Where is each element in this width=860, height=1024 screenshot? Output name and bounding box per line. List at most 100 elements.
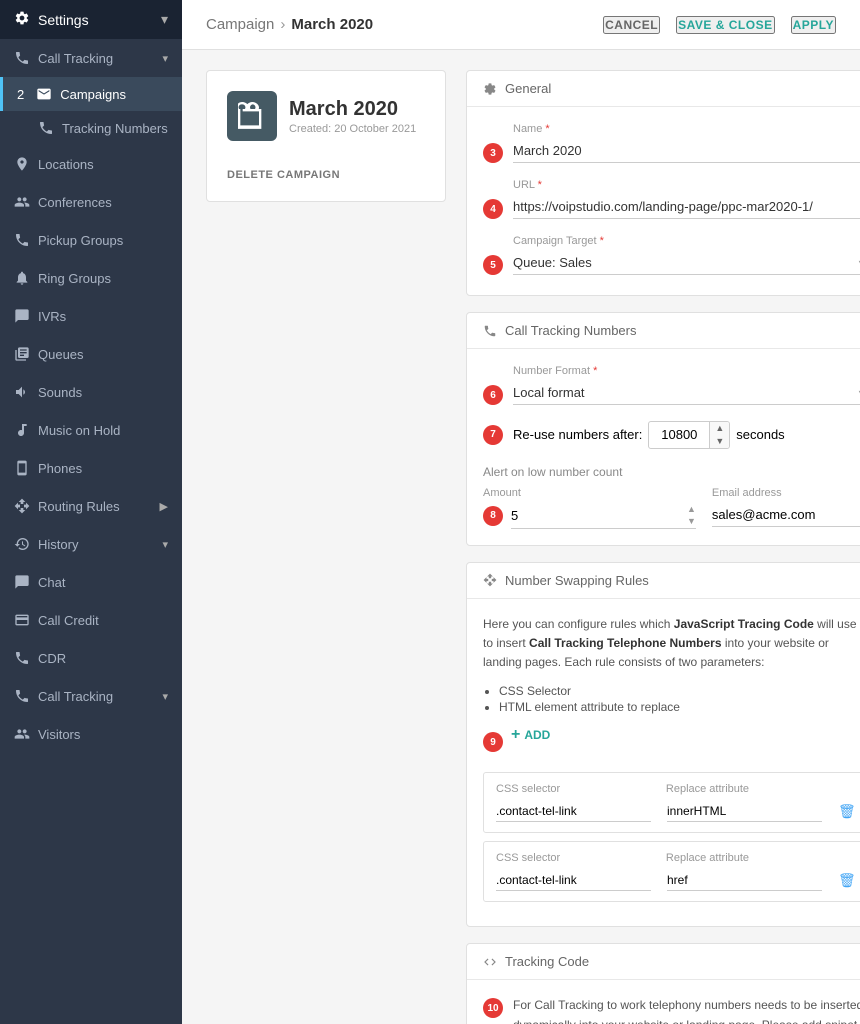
- sidebar-item-locations[interactable]: Locations: [0, 145, 182, 183]
- sidebar-item-music-on-hold[interactable]: Music on Hold: [0, 411, 182, 449]
- ctn-section-header: Call Tracking Numbers: [467, 313, 860, 349]
- sidebar-item-tracking-numbers[interactable]: Tracking Numbers: [0, 111, 182, 145]
- sidebar-item-visitors[interactable]: Visitors: [0, 715, 182, 753]
- number-swapping-section: Number Swapping Rules Here you can confi…: [466, 562, 860, 928]
- step-6-badge: 6: [483, 385, 503, 405]
- ivr-icon: [14, 308, 30, 324]
- rule-row-1-inputs: 🗑: [496, 801, 856, 822]
- url-input[interactable]: [513, 195, 860, 219]
- hash-icon: [38, 120, 54, 136]
- reuse-spinner: ▲ ▼: [648, 421, 730, 449]
- general-section-header: General: [467, 71, 860, 107]
- format-select-wrapper: Local format International format E.164 …: [513, 381, 860, 405]
- step-10-badge: 10: [483, 998, 503, 1018]
- rule-1-delete-button[interactable]: 🗑: [838, 803, 856, 820]
- calltrack-icon: [14, 688, 30, 704]
- sidebar-header[interactable]: Settings ▾: [0, 0, 182, 39]
- reuse-spinner-buttons: ▲ ▼: [709, 422, 729, 448]
- cancel-button[interactable]: CANCEL: [603, 16, 660, 34]
- replace-col-label-1: Replace attribute: [666, 783, 820, 795]
- amount-decrement-button[interactable]: ▼: [687, 515, 696, 528]
- amount-increment-button[interactable]: ▲: [687, 503, 696, 516]
- breadcrumb-parent: Campaign: [206, 16, 274, 33]
- reuse-decrement-button[interactable]: ▼: [710, 435, 729, 448]
- rule-1-replace-input[interactable]: [667, 801, 822, 822]
- sidebar-item-ivrs[interactable]: IVRs: [0, 297, 182, 335]
- history-label: History: [38, 537, 78, 552]
- target-label: Campaign Target *: [513, 235, 860, 247]
- call-tracking-numbers-section: Call Tracking Numbers 6 Number Format *: [466, 312, 860, 546]
- left-panel: March 2020 Created: 20 October 2021 DELE…: [206, 70, 446, 1024]
- sidebar-item-campaigns[interactable]: 2 Campaigns: [0, 77, 182, 111]
- campaign-card: March 2020 Created: 20 October 2021 DELE…: [206, 70, 446, 202]
- name-input[interactable]: [513, 139, 860, 163]
- sidebar-item-ring-groups[interactable]: Ring Groups: [0, 259, 182, 297]
- rule-2-replace-input[interactable]: [667, 870, 822, 891]
- rule-2-css-input[interactable]: [496, 870, 651, 891]
- email-label: Email address: [712, 487, 860, 499]
- rule-2-delete-button[interactable]: 🗑: [838, 872, 856, 889]
- reuse-input[interactable]: [649, 424, 709, 445]
- routing-icon: [14, 498, 30, 514]
- sidebar-item-history[interactable]: History ▾: [0, 525, 182, 563]
- ctn-section-body: 6 Number Format * Local format Internati…: [467, 349, 860, 545]
- breadcrumb: Campaign › March 2020: [206, 16, 373, 33]
- visitors-label: Visitors: [38, 727, 80, 742]
- rule-1-css-input[interactable]: [496, 801, 651, 822]
- history-icon: [14, 536, 30, 552]
- delete-campaign-button[interactable]: DELETE CAMPAIGN: [227, 169, 340, 181]
- sidebar-item-routing-rules[interactable]: Routing Rules ▶: [0, 487, 182, 525]
- alert-section: Alert on low number count Amount 8 ▲: [483, 465, 860, 529]
- swap-section-header: Number Swapping Rules: [467, 563, 860, 599]
- campaign-target-wrapper: Queue: Sales Queue: Support IVR: Main Ri…: [513, 251, 860, 275]
- campaign-target-select[interactable]: Queue: Sales Queue: Support IVR: Main Ri…: [513, 251, 860, 274]
- save-close-button[interactable]: SAVE & CLOSE: [676, 16, 774, 34]
- rule-row-2: CSS selector Replace attribute 🗑: [483, 841, 860, 902]
- step-9-badge: 9: [483, 732, 503, 752]
- phones-label: Phones: [38, 461, 82, 476]
- right-panel: General 3 Name *: [466, 70, 860, 1024]
- campaign-icon-box: [227, 91, 277, 141]
- sidebar-collapse-icon: ▾: [161, 11, 168, 28]
- location-icon: [14, 156, 30, 172]
- pickup-icon: [14, 232, 30, 248]
- routing-rules-label: Routing Rules: [38, 499, 120, 514]
- apply-button[interactable]: APPLY: [791, 16, 836, 34]
- add-icon: +: [511, 726, 520, 744]
- sidebar-item-pickup-groups[interactable]: Pickup Groups: [0, 221, 182, 259]
- format-select[interactable]: Local format International format E.164 …: [513, 381, 860, 404]
- sidebar-item-call-credit[interactable]: Call Credit: [0, 601, 182, 639]
- sidebar-item-conferences[interactable]: Conferences: [0, 183, 182, 221]
- breadcrumb-current: March 2020: [291, 16, 373, 33]
- sidebar-item-sounds[interactable]: Sounds: [0, 373, 182, 411]
- sidebar-item-call-tracking-bottom[interactable]: Call Tracking ▾: [0, 677, 182, 715]
- step-8-badge: 8: [483, 506, 503, 526]
- sidebar-item-cdr[interactable]: CDR: [0, 639, 182, 677]
- code-icon: [483, 955, 497, 969]
- sidebar-item-queues[interactable]: Queues: [0, 335, 182, 373]
- sidebar-item-call-tracking[interactable]: Call Tracking ▾: [0, 39, 182, 77]
- chat-icon: [14, 574, 30, 590]
- tracking-title: Tracking Code: [505, 954, 589, 969]
- amount-input[interactable]: [511, 504, 687, 527]
- reuse-increment-button[interactable]: ▲: [710, 422, 729, 435]
- swap-list: CSS Selector HTML element attribute to r…: [499, 684, 860, 714]
- rule-row-2-inputs: 🗑: [496, 870, 856, 891]
- ctn-icon: [483, 324, 497, 338]
- add-rule-button[interactable]: + ADD: [511, 726, 550, 744]
- sidebar-item-chat[interactable]: Chat: [0, 563, 182, 601]
- ctn-title: Call Tracking Numbers: [505, 323, 637, 338]
- swap-section-body: Here you can configure rules which JavaS…: [467, 599, 860, 927]
- alert-title: Alert on low number count: [483, 465, 860, 479]
- general-title: General: [505, 81, 551, 96]
- tracking-section-header: Tracking Code: [467, 944, 860, 980]
- rule-row-1-header: CSS selector Replace attribute: [496, 783, 856, 795]
- email-input[interactable]: [712, 503, 860, 527]
- general-section-body: 3 Name * 4: [467, 107, 860, 295]
- email-col: Email address: [712, 487, 860, 529]
- rule-row-2-header: CSS selector Replace attribute: [496, 852, 856, 864]
- call-tracking-bottom-label: Call Tracking: [38, 689, 113, 704]
- campaign-created: Created: 20 October 2021: [289, 123, 416, 135]
- sidebar-item-phones[interactable]: Phones: [0, 449, 182, 487]
- chevron-down-icon: ▾: [162, 52, 168, 65]
